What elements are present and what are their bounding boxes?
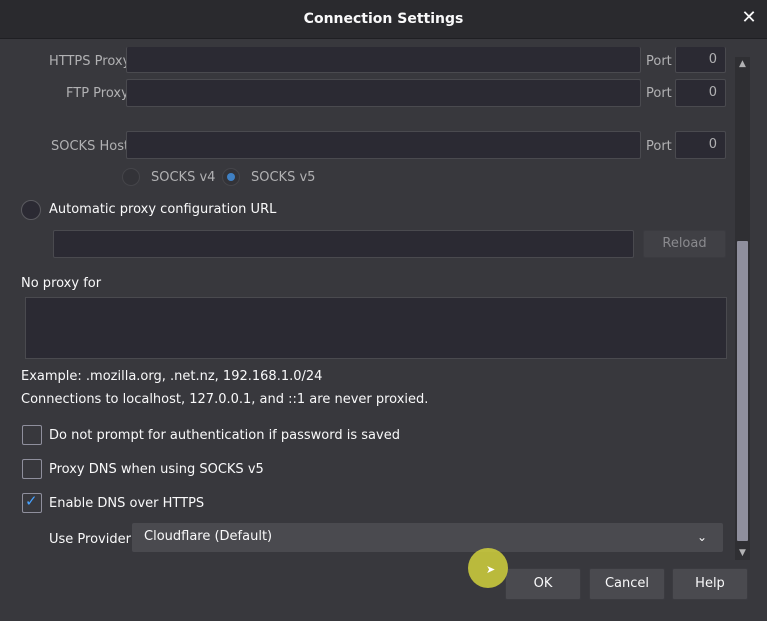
window-title: Connection Settings <box>303 11 464 27</box>
chevron-down-icon: ⌄ <box>696 530 707 544</box>
doh-label: Enable DNS over HTTPS <box>49 496 205 511</box>
close-icon[interactable]: ✕ <box>739 8 759 28</box>
help-button[interactable]: Help <box>672 568 748 600</box>
mouse-pointer-icon: ➤ <box>486 563 496 576</box>
radio-selected-dot <box>227 173 235 181</box>
provider-label: Use Provider <box>49 532 131 547</box>
provider-selected-value: Cloudflare (Default) <box>144 529 273 544</box>
https-port-input[interactable]: 0 <box>675 47 726 73</box>
doh-checkbox[interactable]: ✓ <box>22 492 42 513</box>
no-proxy-textarea[interactable] <box>25 297 727 359</box>
ok-button[interactable]: OK <box>505 568 581 600</box>
no-proxy-label: No proxy for <box>21 276 102 291</box>
cancel-button[interactable]: Cancel <box>589 568 665 600</box>
auto-proxy-label: Automatic proxy configuration URL <box>49 202 277 217</box>
scrollbar-thumb[interactable] <box>737 241 748 541</box>
scroll-up-arrow-icon[interactable]: ▲ <box>735 57 750 71</box>
https-proxy-input[interactable] <box>126 47 641 73</box>
socks-v5-label: SOCKS v5 <box>251 170 316 185</box>
https-port-label: Port <box>646 54 672 69</box>
socks-v4-label: SOCKS v4 <box>151 170 216 185</box>
ftp-port-input[interactable]: 0 <box>675 79 726 107</box>
auto-proxy-url-input[interactable] <box>53 230 634 258</box>
scroll-down-arrow-icon[interactable]: ▼ <box>735 546 750 560</box>
socks-host-input[interactable] <box>126 131 641 159</box>
https-proxy-label: HTTPS Proxy <box>49 54 131 69</box>
ftp-proxy-label: FTP Proxy <box>66 86 129 101</box>
provider-select[interactable]: Cloudflare (Default) ⌄ <box>132 523 723 552</box>
title-bar: Connection Settings ✕ <box>0 0 767 39</box>
scrollbar[interactable]: ▲ ▼ <box>735 57 750 560</box>
auto-proxy-radio[interactable] <box>21 200 41 220</box>
ftp-port-label: Port <box>646 86 672 101</box>
socks-port-label: Port <box>646 139 672 154</box>
dialog-content: HTTPS Proxy Port 0 FTP Proxy Port 0 SOCK… <box>0 39 767 621</box>
no-proxy-example: Example: .mozilla.org, .net.nz, 192.168.… <box>21 369 323 384</box>
no-prompt-auth-label: Do not prompt for authentication if pass… <box>49 428 400 443</box>
ftp-proxy-input[interactable] <box>126 79 641 107</box>
socks-host-label: SOCKS Host <box>51 139 130 154</box>
socks-v4-radio[interactable] <box>122 168 140 186</box>
no-prompt-auth-checkbox[interactable] <box>22 425 42 445</box>
socks-port-input[interactable]: 0 <box>675 131 726 159</box>
proxy-dns-checkbox[interactable] <box>22 459 42 479</box>
localhost-note: Connections to localhost, 127.0.0.1, and… <box>21 392 429 407</box>
reload-button[interactable]: Reload <box>643 230 726 258</box>
checkmark-icon: ✓ <box>25 492 38 510</box>
socks-v5-radio[interactable] <box>222 168 240 186</box>
proxy-dns-label: Proxy DNS when using SOCKS v5 <box>49 462 264 477</box>
